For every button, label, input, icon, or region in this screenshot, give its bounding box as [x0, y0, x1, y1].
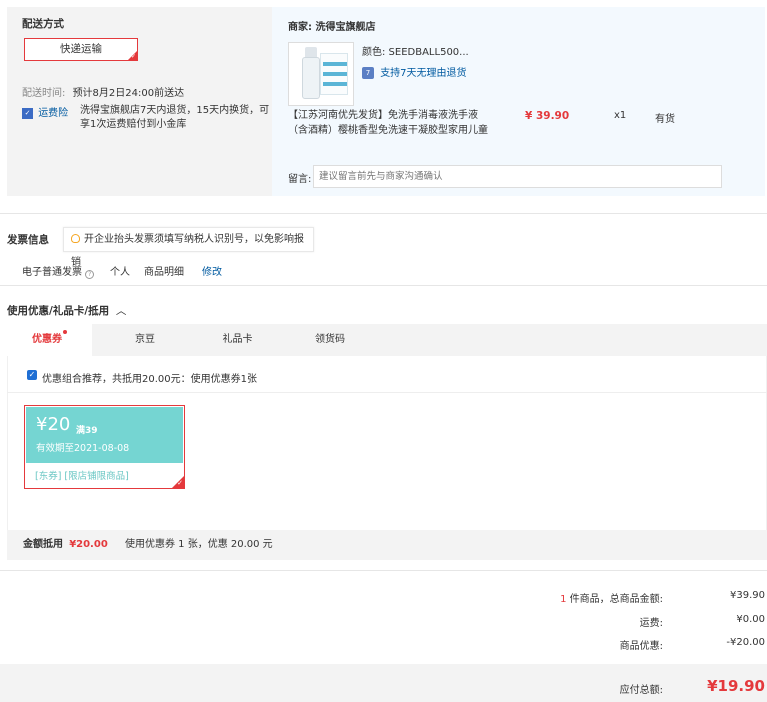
discount-summary: 金额抵用 ¥20.00 使用优惠券 1 张，优惠 20.00 元	[7, 530, 767, 560]
divider	[7, 392, 767, 393]
invoice-type-text: 电子普通发票	[22, 267, 82, 278]
merchant-name: 商家: 洗得宝旗舰店	[288, 22, 376, 33]
shield-icon: ✓	[22, 107, 33, 119]
shipping-method-label: 快递运输	[60, 43, 102, 55]
recommend-checkbox[interactable]: ✓	[27, 370, 37, 380]
return-policy-text: 支持7天无理由退货	[380, 68, 467, 79]
product-thumbnail[interactable]	[288, 42, 354, 106]
divider	[0, 285, 767, 286]
tab-label: 优惠券	[32, 334, 62, 345]
invoice-tip: 开企业抬头发票须填写纳税人识别号，以免影响报销	[63, 227, 314, 268]
delivery-time-value: 预计8月2日24:00前送达	[72, 88, 185, 99]
discount-section-title[interactable]: 使用优惠/礼品卡/抵用 ︿	[7, 303, 126, 318]
divider	[0, 570, 767, 571]
product-discount-label: 商品优惠:	[619, 641, 663, 652]
coupon-condition: 满39	[76, 426, 98, 436]
items-total-value: ¥39.90	[730, 590, 765, 601]
coupon-header: ¥20 满39 有效期至2021-08-08	[26, 407, 183, 463]
delivery-time-label: 配送时间:	[22, 88, 66, 99]
product-title[interactable]: 【江苏河南优先发货】免洗手消毒液洗手液 （含酒精）樱桃香型免洗速干凝胶型家用儿童	[288, 108, 498, 138]
product-color: 颜色: SEEDBALL500...	[362, 47, 469, 58]
note-label: 留言:	[288, 174, 312, 185]
insurance-tag: 运费险	[38, 108, 69, 119]
insurance-text-line: 洗得宝旗舰店7天内退货，15天内换货，可	[80, 105, 270, 116]
product-title-line: 【江苏河南优先发货】免洗手消毒液洗手液	[288, 110, 478, 121]
check-icon: ✓	[177, 479, 183, 487]
invoice-holder: 个人	[110, 267, 130, 278]
product-discount-value: -¥20.00	[726, 637, 765, 648]
invoice-edit-link[interactable]: 修改	[202, 263, 222, 278]
items-label-text: 件商品，总商品金额:	[566, 594, 663, 605]
label-band	[323, 62, 347, 66]
product-price: ¥ 39.90	[525, 110, 570, 122]
tab-redeem-code[interactable]: 领货码	[285, 324, 375, 356]
items-total-label: 1 件商品，总商品金额:	[560, 590, 663, 605]
tab-jingdou[interactable]: 京豆	[100, 324, 190, 356]
info-icon[interactable]: ?	[85, 270, 95, 279]
summary-detail: 使用优惠券 1 张，优惠 20.00 元	[124, 539, 273, 550]
bottle-cap-shape	[305, 47, 317, 57]
recommend-text: 优惠组合推荐，共抵用20.00元：使用优惠券1张	[42, 374, 257, 385]
express-shipping-button[interactable]: 快递运输 ✓	[24, 38, 138, 61]
invoice-title: 发票信息	[7, 234, 49, 246]
insurance-description: 洗得宝旗舰店7天内退货，15天内换货，可 享1次运费赔付到小金库	[80, 104, 270, 132]
coupon-amount: ¥20	[36, 414, 71, 435]
coupon-tags: [东券] [限店铺限商品]	[35, 471, 129, 482]
divider	[0, 213, 767, 214]
invoice-content: 商品明细	[144, 267, 184, 278]
lightbulb-icon	[71, 234, 80, 243]
check-icon: ✓	[130, 53, 136, 60]
coupon-validity: 有效期至2021-08-08	[36, 443, 130, 454]
product-quantity: x1	[614, 110, 627, 121]
note-input[interactable]	[313, 165, 722, 188]
delivery-panel	[7, 7, 272, 196]
payable-value: ¥19.90	[707, 677, 765, 695]
freight-insurance: ✓ 运费险	[22, 104, 68, 119]
discount-title-text: 使用优惠/礼品卡/抵用	[7, 305, 110, 317]
new-dot-icon	[63, 330, 67, 334]
summary-label: 金额抵用	[23, 539, 63, 550]
bottle-shape	[302, 57, 320, 99]
tab-coupons[interactable]: 优惠券	[7, 324, 92, 356]
shipping-label: 运费:	[639, 618, 663, 629]
label-band	[323, 82, 347, 86]
delivery-time: 配送时间: 预计8月2日24:00前送达	[22, 84, 184, 99]
return-policy: 7 支持7天无理由退货	[362, 64, 467, 79]
payable-label: 应付总额:	[619, 685, 663, 696]
chevron-up-icon: ︿	[115, 305, 127, 317]
package-label-shape	[320, 53, 348, 95]
invoice-tip-text: 开企业抬头发票须填写纳税人识别号，以免影响报销	[71, 234, 304, 268]
insurance-text-line: 享1次运费赔付到小金库	[80, 119, 187, 130]
return-policy-icon: 7	[362, 67, 374, 79]
coupon-card[interactable]: ¥20 满39 有效期至2021-08-08 [东券] [限店铺限商品] ✓	[24, 405, 185, 489]
shipping-value: ¥0.00	[736, 614, 765, 625]
summary-amount: ¥20.00	[69, 539, 108, 550]
stock-status: 有货	[655, 114, 675, 125]
tab-gift-card[interactable]: 礼品卡	[190, 324, 285, 356]
delivery-title: 配送方式	[22, 18, 64, 30]
invoice-type: 电子普通发票 ?	[22, 263, 95, 279]
label-band	[323, 72, 347, 76]
product-title-line: （含酒精）樱桃香型免洗速干凝胶型家用儿童	[288, 125, 488, 136]
